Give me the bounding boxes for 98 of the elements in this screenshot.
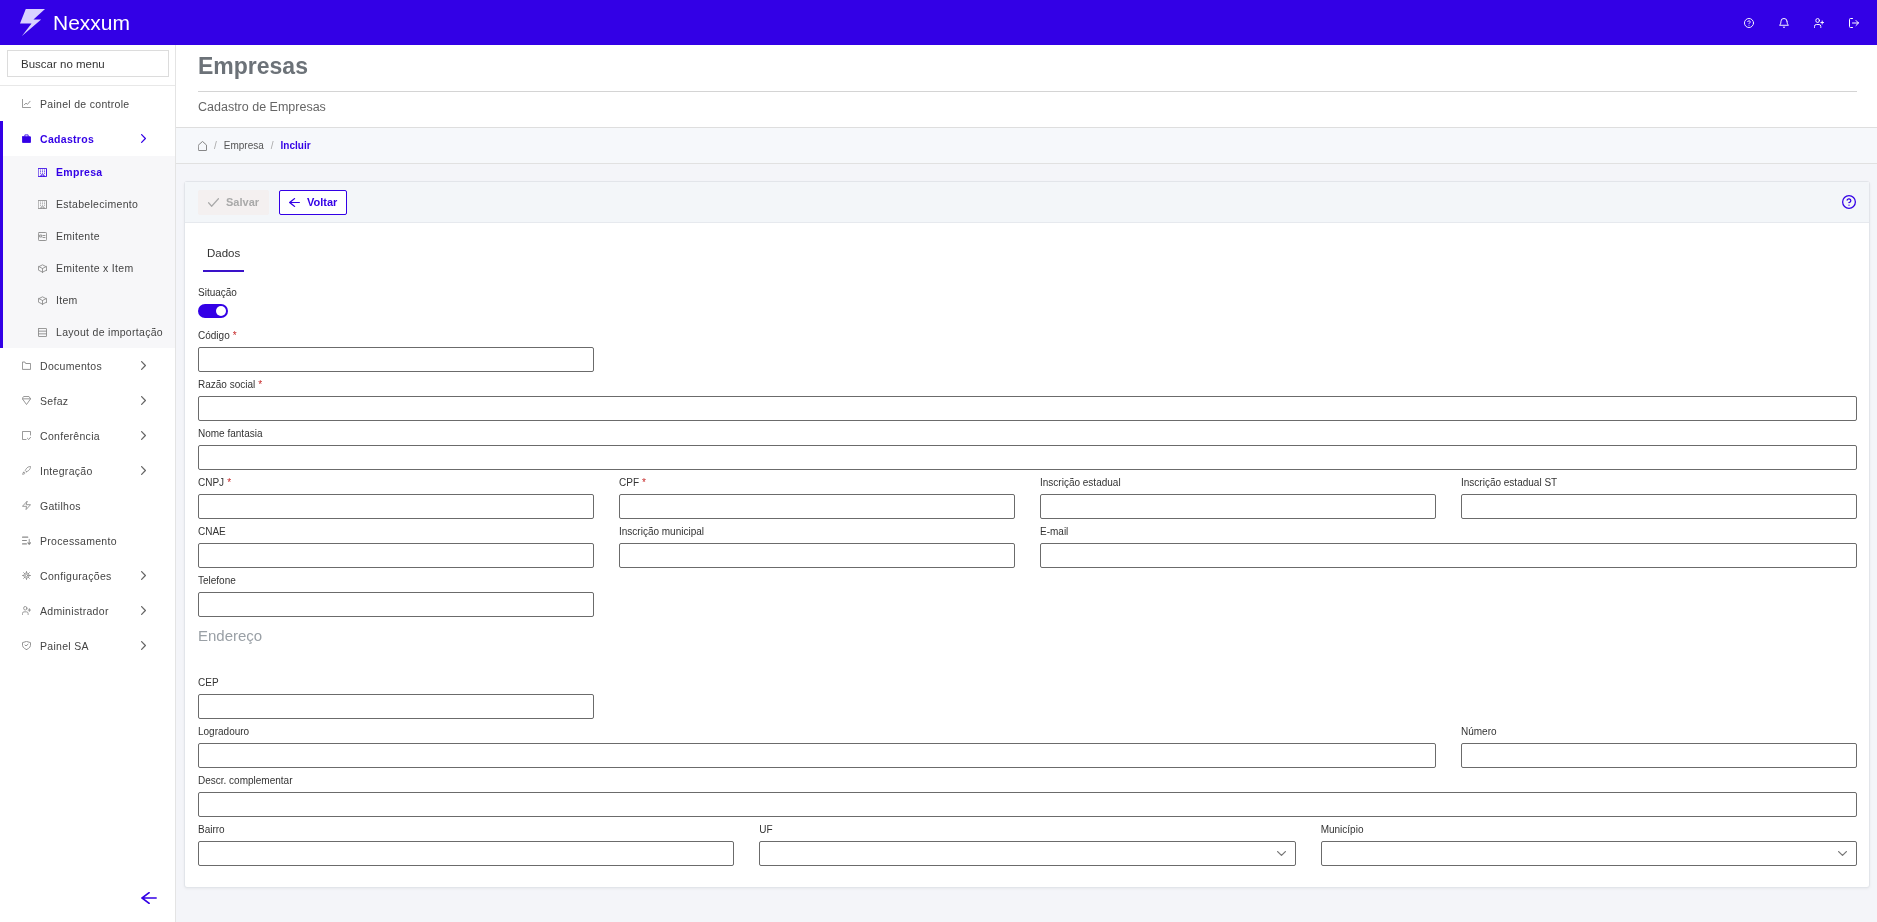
section-title: Endereço <box>198 626 263 646</box>
field-label: CEP <box>198 676 219 690</box>
breadcrumb-separator: / <box>214 140 217 151</box>
back-button[interactable]: Voltar <box>279 189 348 215</box>
input-field[interactable] <box>198 743 1436 768</box>
chevron-down-icon <box>1276 851 1286 856</box>
select-field[interactable] <box>759 841 1296 866</box>
field-label: Situação <box>198 286 237 300</box>
building-icon <box>38 167 47 177</box>
field-label: Inscrição estadual ST <box>1461 476 1558 490</box>
help-icon[interactable] <box>1842 195 1856 209</box>
field-label: Número <box>1461 725 1497 739</box>
field-label: E-mail <box>1040 525 1069 539</box>
rocket-icon <box>22 466 31 475</box>
submenu-item[interactable]: Layout de importação <box>0 316 175 348</box>
arrow-left-icon[interactable] <box>141 892 157 904</box>
field-label: Bairro <box>198 823 225 837</box>
field-label: CPF <box>619 476 639 490</box>
search-field[interactable]: Buscar no menu <box>7 50 169 77</box>
home-icon[interactable] <box>198 140 207 151</box>
arrow-left-icon <box>289 197 301 207</box>
folder-icon <box>22 361 31 370</box>
input-field[interactable] <box>198 841 735 866</box>
sidebar-item[interactable]: Sefaz <box>0 383 175 418</box>
select-field[interactable] <box>1320 841 1857 866</box>
sidebar-item[interactable]: Cadastros <box>0 121 175 156</box>
sidebar-item[interactable]: Integração <box>0 453 175 488</box>
field-label: CNPJ <box>198 476 225 490</box>
chevron-down-icon <box>1838 851 1847 856</box>
page-title: Empresas <box>198 52 308 80</box>
input-field[interactable] <box>198 792 1857 817</box>
brand-name: Nexxum <box>53 10 131 35</box>
user-plus-icon <box>22 606 31 615</box>
sidebar-item[interactable]: Processamento <box>0 523 175 558</box>
list-arrow-icon <box>22 536 31 545</box>
submenu-item[interactable]: Emitente <box>0 220 175 252</box>
input-field[interactable] <box>198 592 594 617</box>
sidebar-item[interactable]: Documentos <box>0 348 175 383</box>
input-field[interactable] <box>1040 543 1857 568</box>
breadcrumb-item[interactable]: Incluir <box>280 140 311 151</box>
input-field[interactable] <box>619 543 1015 568</box>
field-label: UF <box>759 823 773 837</box>
input-field[interactable] <box>619 494 1015 519</box>
building-icon <box>38 199 47 209</box>
input-field[interactable] <box>198 543 594 568</box>
cube-icon <box>38 295 47 305</box>
submenu-item[interactable]: Emitente x Item <box>0 252 175 284</box>
diamond-icon <box>22 396 31 405</box>
field-label: Razão social <box>198 378 256 392</box>
input-field[interactable] <box>198 445 1857 470</box>
field-label: Logradouro <box>198 725 250 739</box>
required-mark: * <box>227 476 232 490</box>
field-label: Inscrição municipal <box>619 525 705 539</box>
field-label: Inscrição estadual <box>1040 476 1121 490</box>
briefcase-icon <box>22 134 31 143</box>
sidebar-item[interactable]: Painel de controle <box>0 86 175 121</box>
square-check-icon <box>22 431 31 440</box>
required-mark: * <box>642 476 646 490</box>
input-field[interactable] <box>198 347 594 372</box>
bolt-icon <box>22 501 31 510</box>
toggle-switch[interactable] <box>198 304 228 318</box>
input-field[interactable] <box>1040 494 1436 519</box>
line-chart-icon <box>22 99 31 108</box>
cube-icon <box>38 263 47 273</box>
tab[interactable]: Dados <box>203 240 245 272</box>
submenu-item[interactable]: Item <box>0 284 175 316</box>
check-icon <box>208 197 219 207</box>
logout-icon[interactable] <box>1849 17 1859 28</box>
field-label: Descr. complementar <box>198 774 293 788</box>
field-label: Código <box>198 329 230 343</box>
user-plus-icon[interactable] <box>1814 17 1824 28</box>
sidebar-item[interactable]: Painel SA <box>0 628 175 663</box>
field-label: CNAE <box>198 525 226 539</box>
field-label: Município <box>1320 823 1364 837</box>
table-icon <box>38 327 47 337</box>
shield-icon <box>22 641 31 650</box>
field-label: Telefone <box>198 574 236 588</box>
sidebar-item[interactable]: Gatilhos <box>0 488 175 523</box>
input-field[interactable] <box>198 396 1857 421</box>
sidebar-item[interactable]: Configurações <box>0 558 175 593</box>
submenu-item[interactable]: Estabelecimento <box>0 188 175 220</box>
field-label: Nome fantasia <box>198 427 263 441</box>
page-subtitle: Cadastro de Empresas <box>198 99 326 115</box>
id-card-icon <box>38 231 47 241</box>
submenu-item[interactable]: Empresa <box>0 156 175 188</box>
input-field[interactable] <box>1461 494 1857 519</box>
input-field[interactable] <box>1461 743 1857 768</box>
required-mark: * <box>258 378 263 392</box>
required-mark: * <box>232 329 237 343</box>
input-field[interactable] <box>198 494 594 519</box>
settings-icon <box>22 571 31 580</box>
breadcrumb-item[interactable]: Empresa <box>223 140 264 151</box>
sidebar-item[interactable]: Conferência <box>0 418 175 453</box>
breadcrumb-separator: / <box>270 140 274 151</box>
logo-icon <box>20 9 45 36</box>
bell-icon[interactable] <box>1779 17 1789 28</box>
sidebar-item[interactable]: Administrador <box>0 593 175 628</box>
input-field[interactable] <box>198 694 594 719</box>
